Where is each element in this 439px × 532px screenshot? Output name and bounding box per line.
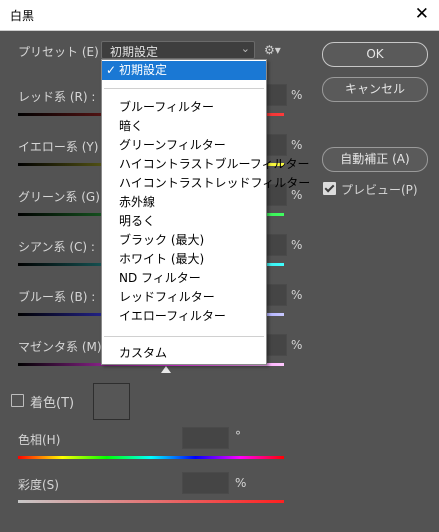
menu-item-label: 暗く <box>119 119 144 133</box>
check-icon: ✓ <box>106 63 117 77</box>
cyan-unit: % <box>291 238 303 252</box>
tint-checkbox[interactable] <box>11 394 24 407</box>
saturation-value-input[interactable] <box>182 472 229 494</box>
auto-button[interactable]: 自動補正 (A) <box>322 147 428 172</box>
slider-label-magenta: マゼンタ系 (M) : <box>18 340 110 354</box>
menu-divider <box>104 88 264 89</box>
menu-item[interactable]: ハイコントラストレッドフィルター <box>102 174 310 193</box>
menu-item-label: ND フィルター <box>119 271 201 285</box>
menu-item-label: ホワイト (最大) <box>119 252 205 266</box>
tint-color-swatch[interactable] <box>93 383 130 420</box>
chevron-down-icon: ⌄ <box>240 42 250 55</box>
menu-divider <box>104 336 264 337</box>
tint-label: 着色(T) <box>30 396 75 411</box>
menu-item-label: 赤外線 <box>119 195 156 209</box>
red-unit: % <box>291 88 303 102</box>
hue-slider[interactable] <box>18 456 284 459</box>
menu-item-custom[interactable]: カスタム <box>102 344 266 363</box>
preset-value: 初期設定 <box>110 45 159 59</box>
menu-item[interactable]: 暗く <box>102 117 266 136</box>
menu-item-label: 明るく <box>119 214 156 228</box>
magenta-slider-thumb[interactable] <box>161 366 171 373</box>
menu-item[interactable]: レッドフィルター <box>102 288 266 307</box>
window-title: 白黒 <box>10 9 35 23</box>
ok-button[interactable]: OK <box>322 42 428 67</box>
hue-value-input[interactable] <box>182 427 229 449</box>
menu-item[interactable]: ハイコントラストブルーフィルター <box>102 155 310 174</box>
saturation-label: 彩度(S) <box>18 478 59 492</box>
preset-label: プリセット (E) : <box>18 45 107 59</box>
menu-item[interactable]: 赤外線 <box>102 193 266 212</box>
preview-label: プレビュー(P) <box>341 183 418 197</box>
menu-item-label: イエローフィルター <box>119 309 226 323</box>
slider-label-green: グリーン系 (G) : <box>18 190 108 204</box>
menu-item[interactable]: ブラック (最大) <box>102 231 266 250</box>
menu-item-label: ブルーフィルター <box>119 100 215 114</box>
saturation-unit: % <box>235 476 247 490</box>
yellow-unit: % <box>291 138 303 152</box>
menu-item-label: ハイコントラストレッドフィルター <box>119 176 311 190</box>
menu-item[interactable]: ブルーフィルター <box>102 98 266 117</box>
preview-checkbox[interactable] <box>323 182 336 195</box>
menu-item-label: 初期設定 <box>119 63 168 77</box>
slider-label-cyan: シアン系 (C) : <box>18 240 95 254</box>
menu-item[interactable]: ホワイト (最大) <box>102 250 266 269</box>
magenta-unit: % <box>291 338 303 352</box>
cancel-button[interactable]: キャンセル <box>322 77 428 102</box>
menu-item-default[interactable]: ✓ 初期設定 <box>102 61 266 80</box>
gear-icon[interactable]: ⚙▾ <box>264 43 281 57</box>
saturation-slider[interactable] <box>18 500 284 503</box>
preset-select[interactable]: 初期設定 ⌄ <box>101 41 255 59</box>
menu-item[interactable]: イエローフィルター <box>102 307 266 326</box>
menu-item-label: グリーンフィルター <box>119 138 226 152</box>
slider-label-blue: ブルー系 (B) : <box>18 290 96 304</box>
menu-item-label: カスタム <box>119 346 168 360</box>
blue-unit: % <box>291 288 303 302</box>
menu-item[interactable]: グリーンフィルター <box>102 136 266 155</box>
slider-label-red: レッド系 (R) : <box>18 90 96 104</box>
hue-label: 色相(H) <box>18 433 61 447</box>
menu-item-label: ハイコントラストブルーフィルター <box>119 157 310 171</box>
close-icon[interactable]: ✕ <box>415 4 429 24</box>
menu-item[interactable]: 明るく <box>102 212 266 231</box>
title-bar: 白黒 ✕ <box>0 0 439 31</box>
preset-dropdown-menu: ✓ 初期設定 ブルーフィルター 暗く グリーンフィルター ハイコントラストブルー… <box>101 59 310 365</box>
hue-unit: ° <box>235 429 241 443</box>
menu-item-label: レッドフィルター <box>119 290 215 304</box>
slider-label-yellow: イエロー系 (Y) : <box>18 140 107 154</box>
menu-item[interactable]: ND フィルター <box>102 269 266 288</box>
menu-item-label: ブラック (最大) <box>119 233 205 247</box>
